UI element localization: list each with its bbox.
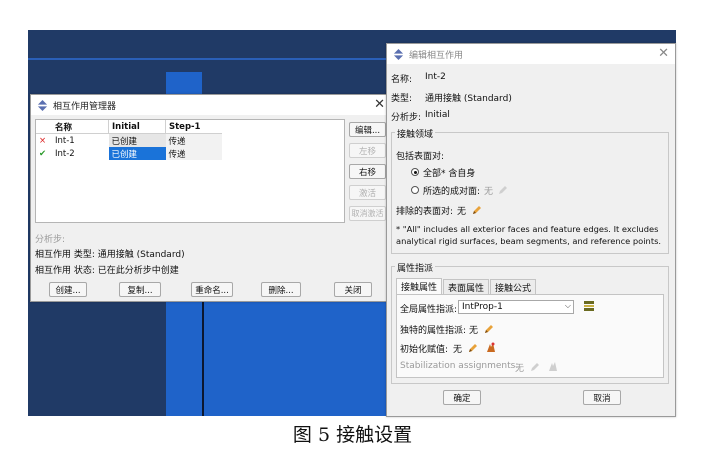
type-label: 类型: xyxy=(391,94,413,104)
copy-button[interactable]: 复制... xyxy=(119,282,161,297)
abaqus-logo-icon xyxy=(37,99,48,111)
edit-pencil-icon[interactable] xyxy=(484,324,494,334)
initialization-value: 无 xyxy=(453,345,463,355)
deactivate-button[interactable]: 取消激活 xyxy=(349,206,386,221)
tab-surface-property[interactable]: 表面属性 xyxy=(443,279,489,294)
global-property-select[interactable]: IntProp-1 ⌵ xyxy=(458,300,574,314)
type-value: 通用接触 (Standard) xyxy=(425,94,512,104)
edit-pencil-icon[interactable] xyxy=(498,185,508,195)
stabilization-manager-icon[interactable] xyxy=(547,360,559,372)
global-property-value: IntProp-1 xyxy=(462,302,503,312)
name-label: 名称: xyxy=(391,75,413,85)
column-header-initial: Initial xyxy=(108,120,166,134)
model-block-top xyxy=(166,72,202,94)
rename-button[interactable]: 重命名... xyxy=(191,282,233,297)
active-status-icon: ✔ xyxy=(39,148,47,159)
domain-note-line1: * "All" includes all exterior faces and … xyxy=(396,224,659,234)
interaction-manager-dialog: 相互作用管理器 ✕ 名称 Initial Step-1 × Int-1 已创建 … xyxy=(30,94,392,302)
close-icon[interactable]: ✕ xyxy=(658,46,669,61)
table-row[interactable]: ✔ Int-2 已创建 传递 xyxy=(36,147,222,160)
edit-pencil-icon[interactable] xyxy=(472,205,482,215)
property-manager-icon[interactable] xyxy=(583,300,595,312)
editor-titlebar: 编辑相互作用 ✕ xyxy=(387,44,675,64)
option-all-self-label: 全部* 含自身 xyxy=(423,169,476,179)
global-assignment-label: 全局属性指派: xyxy=(400,305,458,315)
move-left-button[interactable]: 左移 xyxy=(349,143,386,158)
selected-pairs-value: 无 xyxy=(484,187,494,197)
radio-selected-pairs[interactable] xyxy=(411,186,419,194)
move-right-button[interactable]: 右移 xyxy=(349,164,386,179)
property-assignment-title: 属性指派 xyxy=(395,261,436,274)
contact-domain-title: 接触领域 xyxy=(395,127,436,140)
include-pairs-label: 包括表面对: xyxy=(396,152,445,162)
row-name[interactable]: Int-1 xyxy=(52,134,109,148)
interaction-table: 名称 Initial Step-1 × Int-1 已创建 传递 ✔ Int-2… xyxy=(35,119,345,223)
initialization-manager-icon[interactable] xyxy=(485,341,497,353)
interaction-type-line: 相互作用 类型: 通用接触 (Standard) xyxy=(35,250,185,260)
cancel-button[interactable]: 取消 xyxy=(583,390,621,405)
tab-contact-property[interactable]: 接触属性 xyxy=(396,278,442,294)
initialization-label: 初始化赋值: xyxy=(400,345,449,355)
manager-titlebar: 相互作用管理器 ✕ xyxy=(31,95,391,115)
delete-button[interactable]: 删除... xyxy=(261,282,301,297)
row-step1[interactable]: 传递 xyxy=(165,147,222,160)
close-icon[interactable]: ✕ xyxy=(374,97,385,112)
name-value: Int-2 xyxy=(425,72,446,82)
option-selected-pairs-label: 所选的成对面: xyxy=(423,187,481,197)
step-label: 分析步: xyxy=(35,235,66,245)
edit-pencil-icon[interactable] xyxy=(530,362,540,372)
table-header: 名称 Initial Step-1 xyxy=(36,120,222,134)
unique-assignment-value: 无 xyxy=(469,326,479,336)
interaction-state-line: 相互作用 状态: 已在此分析步中创建 xyxy=(35,266,179,276)
row-name[interactable]: Int-2 xyxy=(52,147,109,160)
edit-button[interactable]: 编辑... xyxy=(349,122,386,137)
radio-all-self[interactable] xyxy=(411,168,419,176)
unique-assignment-label: 独特的属性指派: xyxy=(400,326,467,336)
table-row[interactable]: × Int-1 已创建 传递 xyxy=(36,133,222,148)
column-header-step1: Step-1 xyxy=(165,120,222,134)
create-button[interactable]: 创建... xyxy=(49,282,87,297)
chevron-down-icon: ⌵ xyxy=(564,301,571,310)
abaqus-logo-icon xyxy=(393,48,404,60)
step-value: Initial xyxy=(425,110,450,120)
row-initial-selected[interactable]: 已创建 xyxy=(108,147,166,160)
activate-button[interactable]: 激活 xyxy=(349,185,386,200)
manager-title: 相互作用管理器 xyxy=(53,101,117,112)
edit-interaction-dialog: 编辑相互作用 ✕ 名称: Int-2 类型: 通用接触 (Standard) 分… xyxy=(386,43,676,417)
domain-note-line2: analytical rigid surfaces, beam segments… xyxy=(396,236,662,246)
column-header-name: 名称 xyxy=(52,120,109,134)
close-button[interactable]: 关闭 xyxy=(334,282,372,297)
editor-title: 编辑相互作用 xyxy=(409,50,464,61)
row-initial[interactable]: 已创建 xyxy=(108,133,166,147)
inactive-status-icon: × xyxy=(39,135,47,146)
model-block-bottom xyxy=(204,296,388,416)
tab-contact-formulation[interactable]: 接触公式 xyxy=(490,279,536,294)
stabilization-value: 无 xyxy=(515,364,525,374)
exclude-pairs-label: 排除的表面对: xyxy=(396,207,454,217)
ok-button[interactable]: 确定 xyxy=(443,390,481,405)
row-step1[interactable]: 传递 xyxy=(165,133,222,147)
stabilization-label: Stabilization assignments: xyxy=(400,361,519,371)
exclude-pairs-value: 无 xyxy=(457,207,467,217)
figure-caption: 图 5 接触设置 xyxy=(292,424,413,446)
step-label: 分析步: xyxy=(391,113,422,123)
edit-pencil-icon[interactable] xyxy=(468,343,478,353)
